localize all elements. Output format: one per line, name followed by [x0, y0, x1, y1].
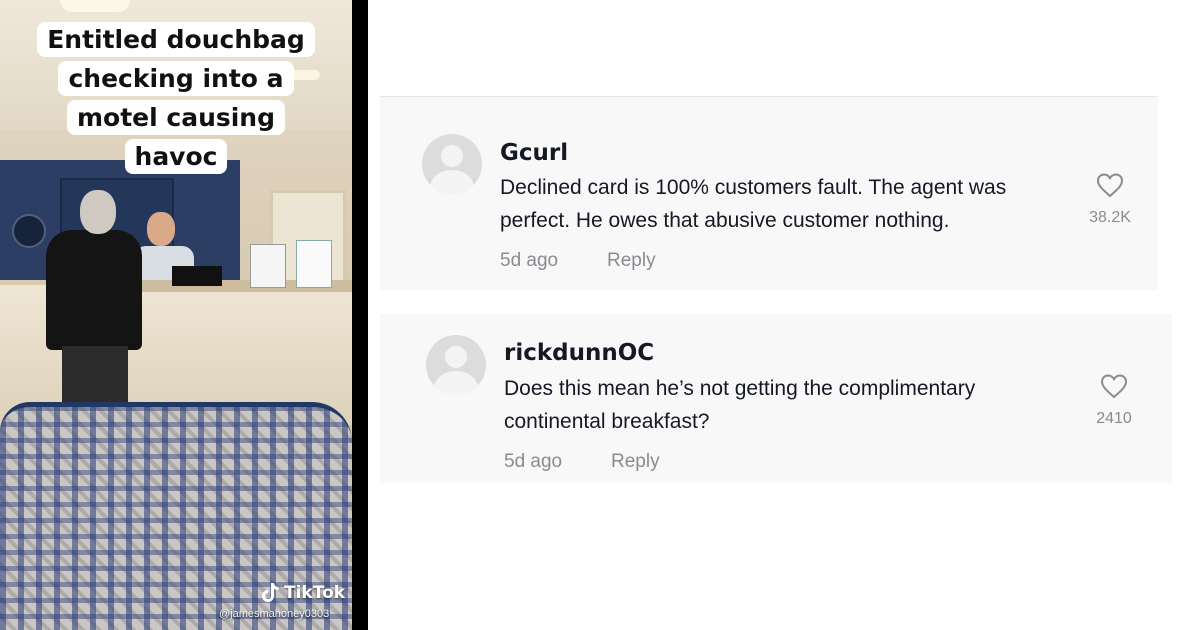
desk-monitor [172, 266, 222, 286]
reply-button[interactable]: Reply [611, 451, 660, 473]
comment-text-line: continental breakfast? [504, 410, 710, 433]
video-frame[interactable]: Entitled douchbag checking into a motel … [0, 0, 352, 630]
comment-timestamp: 5d ago [504, 451, 563, 472]
video-caption: Entitled douchbag checking into a motel … [36, 20, 316, 176]
comment-text-line: perfect. He owes that abusive customer n… [500, 209, 950, 232]
comment-text: Does this mean he’s not getting the comp… [504, 372, 975, 438]
image-divider [352, 0, 368, 630]
tiktok-label: TikTok [284, 583, 346, 603]
comment-text: Declined card is 100% customers fault. T… [500, 171, 1006, 237]
heart-outline-icon[interactable] [1100, 373, 1128, 399]
comment-username[interactable]: Gcurl [500, 140, 568, 166]
wall-clock [12, 214, 46, 248]
caption-line: havoc [124, 139, 228, 174]
caption-line: Entitled douchbag [37, 22, 315, 57]
comment-timestamp: 5d ago [500, 250, 559, 271]
tiktok-note-icon [262, 583, 279, 602]
avatar[interactable] [426, 335, 486, 395]
comment-text-line: Declined card is 100% customers fault. T… [500, 176, 1007, 199]
like-count: 2410 [1096, 410, 1132, 427]
ceiling-light [60, 0, 130, 12]
like-count: 38.2K [1089, 209, 1131, 226]
tiktok-watermark: TikTok [260, 582, 345, 604]
comment-item: rickdunnOC Does this mean he’s not getti… [380, 314, 1172, 483]
caption-line: motel causing [66, 100, 286, 135]
comment-username[interactable]: rickdunnOC [504, 340, 654, 366]
comment-text-line: Does this mean he’s not getting the comp… [504, 377, 976, 400]
reply-button[interactable]: Reply [607, 250, 656, 272]
avatar-head [441, 145, 463, 167]
customer-head [80, 190, 116, 234]
heart-outline-icon[interactable] [1096, 172, 1124, 198]
avatar-shoulders [434, 371, 478, 395]
customer-body [46, 230, 142, 350]
counter-sign [296, 240, 332, 288]
creator-handle: @jamesmahoney0303 [219, 608, 330, 620]
avatar-shoulders [430, 170, 474, 194]
comment-item: Gcurl Declined card is 100% customers fa… [380, 96, 1158, 290]
avatar[interactable] [422, 134, 482, 194]
breakfast-hours-sign [250, 244, 286, 288]
avatar-head [445, 346, 467, 368]
caption-line: checking into a [58, 61, 294, 96]
clerk-head [147, 212, 175, 246]
